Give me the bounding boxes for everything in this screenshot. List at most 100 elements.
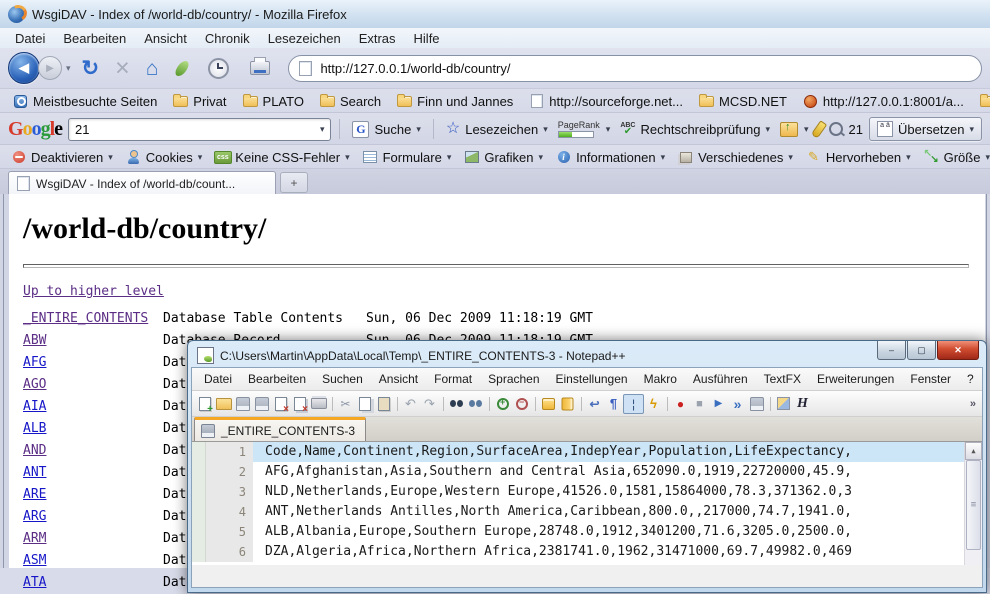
directory-entry-link[interactable]: ASM	[23, 550, 163, 572]
webdev-menu-button[interactable]: Formulare ▾	[358, 148, 457, 167]
bookmark-margin[interactable]	[192, 542, 206, 562]
webdev-menu-button[interactable]: Informationen ▾	[551, 148, 670, 167]
editor-scrollbar[interactable]: ▲ ≡	[964, 442, 982, 565]
home-button[interactable]: ⌂	[141, 58, 164, 79]
forward-button[interactable]: ▶	[38, 56, 62, 80]
google-search-value[interactable]: 21	[75, 122, 314, 137]
menu-item[interactable]: Chronik	[196, 31, 259, 46]
menu-item[interactable]: Makro	[636, 372, 685, 386]
toolbar-icon[interactable]	[439, 395, 447, 413]
back-button[interactable]: ◀	[8, 52, 40, 84]
toolbar-icon[interactable]	[747, 395, 766, 413]
bookmark-item[interactable]: Meistbesuchte Seiten	[6, 92, 164, 111]
directory-entry-link[interactable]: AND	[23, 440, 163, 462]
menu-item[interactable]: Ansicht	[371, 372, 426, 386]
clock-addon-icon[interactable]	[208, 58, 229, 79]
webdev-menu-button[interactable]: Größe ▾	[919, 148, 990, 167]
close-button[interactable]: ✕	[937, 341, 979, 360]
browser-tab[interactable]: WsgiDAV - Index of /world-db/count...	[8, 171, 276, 195]
toolbar-icon[interactable]	[577, 395, 585, 413]
search-history-dropdown[interactable]: ▾	[320, 124, 325, 135]
directory-entry-link[interactable]: ARG	[23, 506, 163, 528]
directory-entry-link[interactable]: ARE	[23, 484, 163, 506]
bookmark-item[interactable]: Finn und Jannes	[390, 92, 520, 111]
menu-item[interactable]: Datei	[6, 31, 54, 46]
bookmark-margin[interactable]	[192, 442, 206, 462]
toolbar-icon[interactable]	[512, 395, 531, 413]
toolbar-icon[interactable]	[493, 395, 512, 413]
menu-item[interactable]: Erweiterungen	[809, 372, 902, 386]
highlighter-button[interactable]	[810, 120, 826, 139]
scrollbar-thumb[interactable]: ≡	[966, 460, 981, 550]
toolbar-icon[interactable]	[604, 395, 623, 413]
toolbar-icon[interactable]	[328, 395, 336, 413]
toolbar-icon[interactable]	[585, 395, 604, 413]
toolbar-icon[interactable]	[531, 395, 539, 413]
toolbar-overflow-chevron[interactable]: »	[967, 398, 979, 410]
webdev-menu-button[interactable]: Hervorheben ▾	[801, 148, 916, 167]
toolbar-icon[interactable]	[447, 395, 466, 413]
document-tab[interactable]: _ENTIRE_CONTENTS-3	[194, 417, 366, 441]
toolbar-icon[interactable]	[709, 395, 728, 413]
webdev-menu-button[interactable]: Verschiedenes ▾	[673, 148, 798, 167]
google-bookmarks-button[interactable]: ☆ Lesezeichen ▾	[442, 119, 552, 139]
close-document-button[interactable]: X	[982, 372, 990, 386]
directory-entry-link[interactable]: ARM	[23, 528, 163, 550]
google-search-input[interactable]: 21 ▾	[68, 118, 331, 141]
reload-button[interactable]: ↻	[77, 58, 105, 79]
bookmark-item[interactable]: PLATO	[236, 92, 311, 111]
webdev-menu-button[interactable]: Deaktivieren ▾	[6, 148, 118, 167]
toolbar-icon[interactable]	[214, 395, 233, 413]
stop-button[interactable]: ×	[110, 56, 135, 81]
webdev-menu-button[interactable]: Grafiken ▾	[459, 148, 548, 167]
toolbar-icon[interactable]	[355, 395, 374, 413]
menu-item[interactable]: TextFX	[756, 372, 809, 386]
menu-item[interactable]: Ansicht	[135, 31, 196, 46]
history-dropdown[interactable]: ▾	[66, 63, 71, 74]
toolbar-icon[interactable]	[393, 395, 401, 413]
url-text[interactable]: http://127.0.0.1/world-db/country/	[320, 61, 510, 76]
toolbar-icon[interactable]	[271, 395, 290, 413]
pagerank-widget[interactable]: PageRank	[558, 121, 600, 138]
menu-item[interactable]: Format	[426, 372, 480, 386]
toolbar-icon[interactable]	[623, 394, 644, 414]
zoom-icon[interactable]	[829, 122, 843, 136]
up-to-higher-level-link[interactable]: Up to higher level	[23, 284, 164, 299]
minimize-button[interactable]: –	[877, 341, 906, 360]
toolbar-icon[interactable]	[539, 395, 558, 413]
menu-item[interactable]: Ausführen	[685, 372, 756, 386]
notepad-titlebar[interactable]: C:\Users\Martin\AppData\Local\Temp\_ENTI…	[191, 344, 983, 367]
toolbar-icon[interactable]	[401, 395, 420, 413]
url-bar[interactable]: http://127.0.0.1/world-db/country/	[288, 55, 982, 82]
toolbar-icon[interactable]	[336, 395, 355, 413]
directory-entry-link[interactable]: ANT	[23, 462, 163, 484]
toolbar-icon[interactable]	[644, 395, 663, 413]
spellcheck-button[interactable]: ABC ✔ Rechtschreibprüfung ▾	[616, 120, 774, 139]
menu-item[interactable]: Einstellungen	[548, 372, 636, 386]
menu-item[interactable]: Hilfe	[405, 31, 449, 46]
bookmark-margin[interactable]	[192, 522, 206, 542]
directory-entry-link[interactable]: ABW	[23, 330, 163, 352]
send-to-button[interactable]	[780, 122, 798, 137]
directory-entry-link[interactable]: AFG	[23, 352, 163, 374]
menu-item[interactable]: Bearbeiten	[54, 31, 135, 46]
webdev-menu-button[interactable]: Keine CSS-Fehler ▾	[210, 148, 354, 167]
menu-item[interactable]: Datei	[196, 372, 240, 386]
directory-entry-link[interactable]: ATA	[23, 572, 163, 594]
toolbar-icon[interactable]	[374, 395, 393, 413]
toolbar-icon[interactable]	[690, 395, 709, 413]
toolbar-icon[interactable]	[485, 395, 493, 413]
webdev-menu-button[interactable]: Cookies ▾	[121, 148, 208, 167]
toolbar-icon[interactable]	[793, 395, 812, 413]
bookmark-item[interactable]: Privat	[166, 92, 233, 111]
bookmark-margin[interactable]	[192, 482, 206, 502]
toolbar-icon[interactable]	[420, 395, 439, 413]
directory-entry-link[interactable]: AIA	[23, 396, 163, 418]
restore-button[interactable]: ▢	[907, 341, 936, 360]
toolbar-icon[interactable]	[252, 395, 271, 413]
toolbar-icon[interactable]	[671, 395, 690, 413]
toolbar-icon[interactable]	[728, 395, 747, 413]
menu-item[interactable]: Sprachen	[480, 372, 547, 386]
directory-entry-link[interactable]: ALB	[23, 418, 163, 440]
bookmark-margin[interactable]	[192, 462, 206, 482]
